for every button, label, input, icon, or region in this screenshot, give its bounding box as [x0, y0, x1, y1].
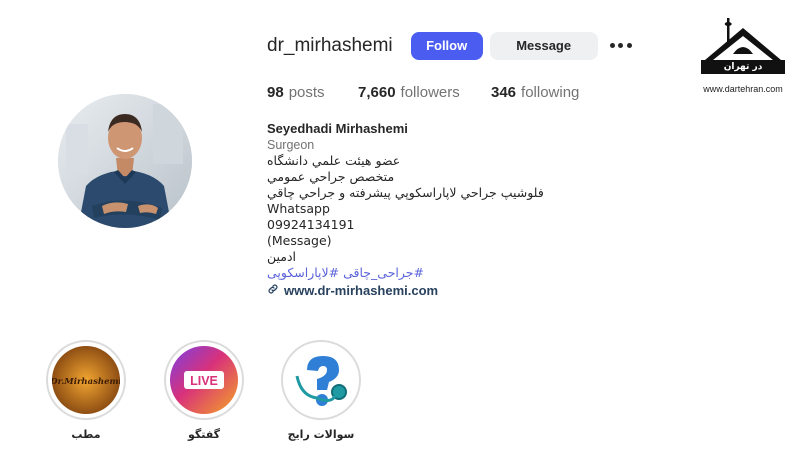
following-stat[interactable]: 346 following [491, 84, 579, 101]
following-label: following [521, 84, 580, 101]
bio-line: ادمين [267, 249, 297, 264]
highlight-item[interactable]: LIVE گفتگو [164, 340, 244, 441]
profile-username: dr_mirhashemi [267, 34, 393, 56]
highlight-label: سوالات رايج [287, 428, 355, 441]
bio-line: عضو هيئت علمي دانشگاه [267, 153, 401, 168]
profile-avatar[interactable] [58, 94, 192, 228]
bio-hashtags[interactable]: #جراحی_چاقی #لاپاراسکوپی [267, 265, 544, 281]
bio-phone: 09924134191 [267, 217, 355, 232]
highlight-label: مطب [71, 428, 101, 441]
dartehran-logo: در تهران www.dartehran.com [697, 14, 789, 94]
highlight-ring: Dr.Mirhashemi [46, 340, 126, 420]
following-count: 346 [491, 84, 517, 101]
highlight-cover-office: Dr.Mirhashemi [52, 346, 120, 414]
highlight-cover-faq [287, 346, 355, 414]
logo-url: www.dartehran.com [703, 84, 783, 94]
profile-category: Surgeon [267, 138, 315, 152]
profile-full-name: Seyedhadi Mirhashemi [267, 121, 408, 136]
highlight-item[interactable]: Dr.Mirhashemi مطب [46, 340, 126, 441]
highlight-label: گفتگو [187, 428, 221, 441]
live-badge-text: LIVE [190, 374, 218, 388]
bio-line: فلوشيپ جراحي لاپاراسكوپي پيشرفته و جراحي… [267, 185, 544, 200]
followers-count: 7,660 [358, 84, 396, 101]
highlight-item[interactable]: سوالات رايج [281, 340, 361, 441]
followers-stat[interactable]: 7,660 followers [358, 84, 491, 101]
profile-bio: Seyedhadi Mirhashemi Surgeon عضو هيئت عل… [267, 121, 544, 299]
posts-stat[interactable]: 98 posts [267, 84, 358, 101]
followers-label: followers [400, 84, 460, 101]
posts-count: 98 [267, 84, 284, 101]
profile-header: dr_mirhashemi Follow Message [267, 31, 632, 60]
highlight-cover-text: Dr.Mirhashemi [52, 377, 120, 387]
bio-line: متخصص جراحي عمومي [267, 169, 395, 184]
bio-line: (Message) [267, 233, 332, 248]
profile-stats: 98 posts 7,660 followers 346 following [267, 84, 579, 101]
follow-button[interactable]: Follow [410, 31, 483, 60]
posts-label: posts [288, 84, 325, 101]
highlight-ring: LIVE [164, 340, 244, 420]
logo-text: در تهران [723, 62, 763, 72]
website-link[interactable]: www.dr-mirhashemi.com [267, 283, 544, 299]
highlight-ring [281, 340, 361, 420]
website-url: www.dr-mirhashemi.com [284, 283, 439, 298]
bio-line: Whatsapp [267, 201, 330, 216]
link-icon [267, 283, 279, 299]
message-button[interactable]: Message [489, 31, 598, 60]
highlight-cover-live: LIVE [170, 346, 238, 414]
more-horizontal-icon[interactable] [609, 36, 632, 56]
